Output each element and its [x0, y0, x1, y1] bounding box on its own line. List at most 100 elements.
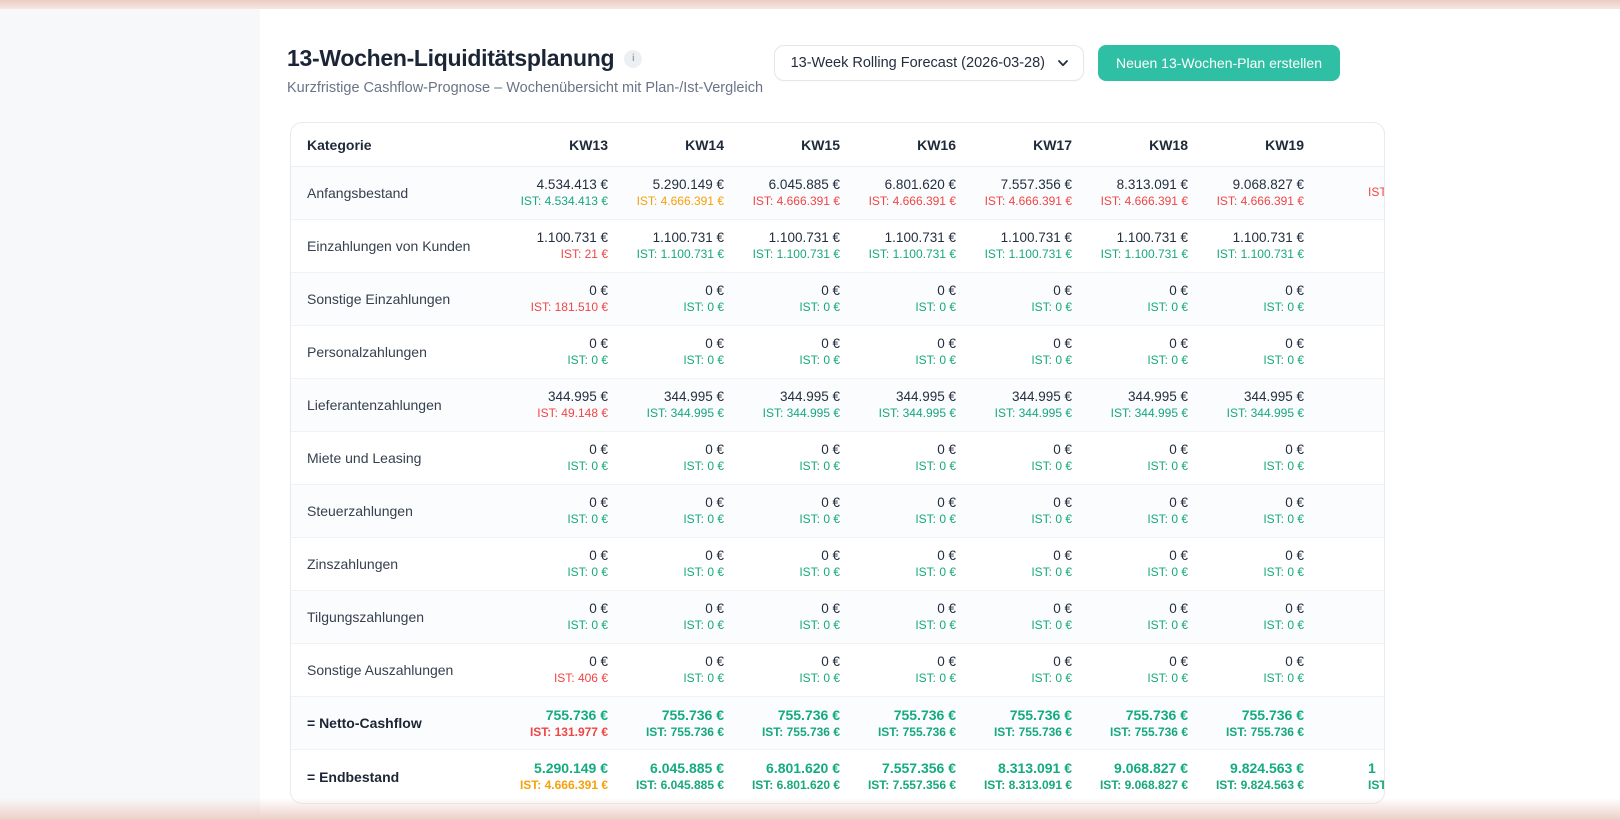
create-plan-button[interactable]: Neuen 13-Wochen-Plan erstellen	[1098, 45, 1340, 81]
ist-value: IST: 0 €	[970, 671, 1072, 687]
value-cell: 0 €IST: 0 €	[1202, 282, 1318, 316]
plan-value: 0 €	[1086, 441, 1188, 459]
value-cell: 1.100.731 €IST: 1.100.731 €	[622, 229, 738, 263]
ist-value: IST: 0 €	[622, 353, 724, 369]
value-cell: 344.995 €IST: 49.148 €	[506, 388, 622, 422]
row-label: = Endbestand	[291, 769, 506, 785]
ist-value: IST: 0 €	[1202, 671, 1304, 687]
plan-value: 1.100.731 €	[1202, 229, 1304, 247]
value-cell: 0 €IST: 0 €	[970, 494, 1086, 528]
row-label: Miete und Leasing	[291, 450, 506, 466]
value-cell: 344.995 €IST: 344.995 €	[1202, 388, 1318, 422]
value-cell: 344.995 €IST: 344.995 €	[1086, 388, 1202, 422]
plan-value: 344.995 €	[1202, 388, 1304, 406]
value-cell: 0 €IST: 0 €	[1086, 600, 1202, 634]
ist-value: IST: 406 €	[506, 671, 608, 687]
plan-value: 0 €	[506, 335, 608, 353]
table-header-row: KategorieKW13KW14KW15KW16KW17KW18KW19	[291, 123, 1384, 167]
ist-value: IST: 4.666.391 €	[1086, 194, 1188, 210]
plan-value: 0 €	[1086, 653, 1188, 671]
value-cell: 0 €IST: 0 €	[622, 547, 738, 581]
table-row: Miete und Leasing0 €IST: 0 €0 €IST: 0 €0…	[291, 432, 1384, 485]
ist-value: IST: 1.100.731 €	[738, 247, 840, 263]
plan-value: 0 €	[854, 653, 956, 671]
ist-value: IST: 0 €	[1086, 353, 1188, 369]
ist-value: IST: 0 €	[854, 565, 956, 581]
value-cell: 0 €IST: 0 €	[738, 653, 854, 687]
value-cell: 0 €IST: 0 €	[506, 600, 622, 634]
ist-value: IST: 755.736 €	[1202, 725, 1304, 741]
ist-value: IST: 4.666.391 €	[738, 194, 840, 210]
ist-value: IST: 0 €	[1202, 512, 1304, 528]
row-label: Zinszahlungen	[291, 556, 506, 572]
value-cell: 0 €IST: 0 €	[506, 335, 622, 369]
value-cell: 1.100.731 €IST: 1.100.731 €	[1086, 229, 1202, 263]
ist-value: IST: 1.100.731 €	[970, 247, 1072, 263]
table-row: Personalzahlungen0 €IST: 0 €0 €IST: 0 €0…	[291, 326, 1384, 379]
ist-value: IST: 0 €	[506, 565, 608, 581]
plan-value: 6.045.885 €	[622, 759, 724, 778]
value-cell: 0 €IST: 0 €	[1202, 335, 1318, 369]
value-cell: 755.736 €IST: 755.736 €	[970, 706, 1086, 740]
value-cell: 755.736 €IST: 755.736 €	[622, 706, 738, 740]
plan-value: 0 €	[1086, 547, 1188, 565]
ist-value: IST: 0 €	[854, 512, 956, 528]
table-row: Steuerzahlungen0 €IST: 0 €0 €IST: 0 €0 €…	[291, 485, 1384, 538]
ist-value: IST: 755.736 €	[738, 725, 840, 741]
column-header-category: Kategorie	[291, 137, 506, 153]
ist-value: IST: 344.995 €	[1202, 406, 1304, 422]
value-cell: 6.801.620 €IST: 4.666.391 €	[854, 176, 970, 210]
plan-value: 0 €	[854, 600, 956, 618]
table-row: Tilgungszahlungen0 €IST: 0 €0 €IST: 0 €0…	[291, 591, 1384, 644]
ist-value: IST: 6.801.620 €	[738, 778, 840, 794]
column-header-week-kw15: KW15	[738, 137, 854, 153]
ist-value: IST: 0 €	[738, 512, 840, 528]
info-icon[interactable]: i	[624, 50, 642, 68]
plan-value: 0 €	[1202, 282, 1304, 300]
main-content: 13-Wochen-Liquiditätsplanung i Kurzfrist…	[260, 9, 1620, 820]
value-cell: 0 €IST: 0 €	[854, 441, 970, 475]
ist-value: IST: 0 €	[1086, 512, 1188, 528]
clipped-value-cell: IST	[1318, 185, 1385, 201]
ist-value: IST: 21 €	[506, 247, 608, 263]
ist-value: IST: 755.736 €	[1086, 725, 1188, 741]
value-cell: 0 €IST: 0 €	[738, 494, 854, 528]
value-cell: 4.534.413 €IST: 4.534.413 €	[506, 176, 622, 210]
plan-select-dropdown[interactable]: 13-Week Rolling Forecast (2026-03-28)	[774, 45, 1084, 81]
toolbar: 13-Week Rolling Forecast (2026-03-28) Ne…	[774, 45, 1340, 81]
ist-value: IST: 1.100.731 €	[1086, 247, 1188, 263]
plan-value: 344.995 €	[854, 388, 956, 406]
value-cell: 0 €IST: 0 €	[970, 600, 1086, 634]
value-cell: 0 €IST: 0 €	[506, 441, 622, 475]
column-header-week-kw13: KW13	[506, 137, 622, 153]
value-cell: 7.557.356 €IST: 4.666.391 €	[970, 176, 1086, 210]
value-cell: 0 €IST: 0 €	[1086, 494, 1202, 528]
plan-value: 1.100.731 €	[622, 229, 724, 247]
value-cell: 0 €IST: 0 €	[506, 547, 622, 581]
value-cell: 6.045.885 €IST: 6.045.885 €	[622, 759, 738, 793]
ist-value: IST: 131.977 €	[506, 725, 608, 741]
value-cell: 0 €IST: 0 €	[1202, 653, 1318, 687]
column-header-week-kw14: KW14	[622, 137, 738, 153]
top-accent-bar	[0, 0, 1620, 9]
value-cell: 9.068.827 €IST: 9.068.827 €	[1086, 759, 1202, 793]
plan-value: 755.736 €	[970, 706, 1072, 725]
ist-value: IST: 4.666.391 €	[622, 194, 724, 210]
plan-value: 0 €	[1202, 600, 1304, 618]
row-label: Lieferantenzahlungen	[291, 397, 506, 413]
value-cell: 0 €IST: 0 €	[854, 282, 970, 316]
plan-value: 1.100.731 €	[854, 229, 956, 247]
ist-value: IST: 1.100.731 €	[854, 247, 956, 263]
ist-value: IST: 9.824.563 €	[1202, 778, 1304, 794]
ist-value: IST: 0 €	[1086, 618, 1188, 634]
ist-value: IST: 0 €	[1202, 353, 1304, 369]
value-cell: 0 €IST: 0 €	[622, 494, 738, 528]
ist-value: IST: 0 €	[1202, 565, 1304, 581]
table-row: Sonstige Auszahlungen0 €IST: 406 €0 €IST…	[291, 644, 1384, 697]
page-title: 13-Wochen-Liquiditätsplanung i	[287, 45, 763, 72]
plan-value: 8.313.091 €	[970, 759, 1072, 778]
plan-value: 6.801.620 €	[738, 759, 840, 778]
ist-value-clipped: IST	[1368, 185, 1385, 201]
ist-value: IST: 4.666.391 €	[506, 778, 608, 794]
plan-value: 9.068.827 €	[1202, 176, 1304, 194]
